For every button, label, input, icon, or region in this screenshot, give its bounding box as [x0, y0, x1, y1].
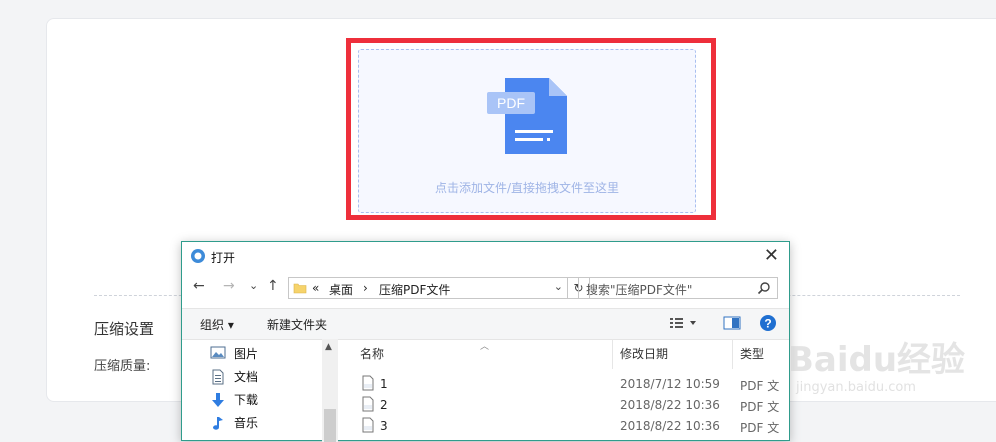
- quality-label: 压缩质量:: [94, 359, 151, 374]
- open-file-dialog: 打开 ✕ ← → ⌄ ↑ « 桌面 › 压缩PDF文件 ⌄ ↻ 搜索"压缩PDF…: [181, 241, 790, 442]
- search-placeholder: 搜索"压缩PDF文件": [586, 283, 693, 297]
- address-segment-folder[interactable]: 压缩PDF文件: [379, 281, 450, 298]
- address-prefix[interactable]: «: [312, 281, 319, 295]
- organize-button[interactable]: 组织 ▾: [200, 316, 234, 333]
- folder-icon: [293, 283, 307, 294]
- downloads-icon: [212, 393, 224, 407]
- new-folder-button[interactable]: 新建文件夹: [267, 316, 327, 333]
- address-segment-desktop[interactable]: 桌面: [329, 281, 353, 298]
- help-icon[interactable]: ?: [759, 314, 777, 332]
- scroll-thumb[interactable]: [324, 409, 336, 442]
- svg-text:?: ?: [764, 317, 771, 331]
- nav-item-label: 图片: [234, 347, 259, 361]
- scroll-up-icon[interactable]: ▲: [325, 342, 332, 352]
- nav-scrollbar[interactable]: ▲: [322, 339, 338, 442]
- chevron-down-icon[interactable]: ⌄: [554, 280, 563, 293]
- pictures-icon: [210, 346, 226, 359]
- address-separator: ›: [363, 281, 368, 295]
- column-header-name[interactable]: 名称: [360, 339, 384, 369]
- drop-hint: 点击添加文件/直接拖拽文件至这里: [434, 181, 620, 195]
- pdf-file-icon: [362, 396, 374, 412]
- app-icon: [191, 249, 205, 263]
- file-name: 3: [380, 419, 388, 433]
- pdf-file-icon: [362, 375, 374, 391]
- column-header-type[interactable]: 类型: [740, 339, 764, 369]
- file-type: PDF 文: [740, 421, 780, 435]
- file-row[interactable]: 3 2018/8/22 10:36 PDF 文: [342, 416, 789, 437]
- file-list: ︿ 名称 修改日期 类型 1 2018/7/12 10:59 PDF 文 2 2…: [342, 339, 789, 442]
- music-icon: [213, 417, 223, 430]
- sort-ascending-icon: ︿: [480, 342, 490, 352]
- navigation-pane: 图片 文档 下载 音乐: [182, 339, 338, 442]
- dialog-title: 打开: [211, 251, 236, 265]
- settings-title: 压缩设置: [94, 320, 155, 338]
- file-drop-zone[interactable]: PDF 点击添加文件/直接拖拽文件至这里: [358, 49, 696, 213]
- nav-item-label: 下载: [234, 393, 259, 407]
- file-date: 2018/8/22 10:36: [620, 419, 720, 433]
- file-name: 2: [380, 398, 388, 412]
- dialog-toolbar: 组织 ▾ 新建文件夹 ?: [182, 308, 789, 340]
- file-date: 2018/8/22 10:36: [620, 398, 720, 412]
- view-options-icon[interactable]: [669, 315, 699, 331]
- pdf-file-icon: [362, 417, 374, 433]
- column-separator: [732, 339, 733, 369]
- file-date: 2018/7/12 10:59: [620, 377, 720, 391]
- search-icon: [757, 282, 770, 295]
- forward-button[interactable]: →: [223, 278, 235, 294]
- address-bar[interactable]: « 桌面 › 压缩PDF文件 ⌄: [288, 277, 568, 299]
- dialog-titlebar[interactable]: 打开 ✕: [182, 242, 789, 272]
- file-type: PDF 文: [740, 379, 780, 393]
- file-name: 1: [380, 377, 388, 391]
- nav-item-label: 音乐: [234, 416, 259, 430]
- column-header-date[interactable]: 修改日期: [620, 339, 668, 369]
- preview-pane-icon[interactable]: [723, 315, 741, 331]
- file-row[interactable]: 1 2018/7/12 10:59 PDF 文: [342, 374, 789, 395]
- documents-icon: [212, 369, 224, 385]
- search-input[interactable]: 搜索"压缩PDF文件": [578, 277, 778, 299]
- up-folder-button[interactable]: ↑: [267, 278, 279, 294]
- file-row[interactable]: 2 2018/8/22 10:36 PDF 文: [342, 395, 789, 416]
- nav-item-label: 文档: [234, 370, 259, 384]
- back-button[interactable]: ←: [193, 278, 205, 294]
- recent-locations-button[interactable]: ⌄: [249, 279, 258, 292]
- file-type: PDF 文: [740, 400, 780, 414]
- pdf-badge: PDF: [497, 95, 525, 111]
- dialog-navbar: ← → ⌄ ↑ « 桌面 › 压缩PDF文件 ⌄ ↻ 搜索"压缩PDF文件": [182, 274, 789, 302]
- pdf-file-icon: PDF: [487, 78, 567, 154]
- column-separator: [612, 339, 613, 369]
- close-icon[interactable]: ✕: [764, 245, 779, 266]
